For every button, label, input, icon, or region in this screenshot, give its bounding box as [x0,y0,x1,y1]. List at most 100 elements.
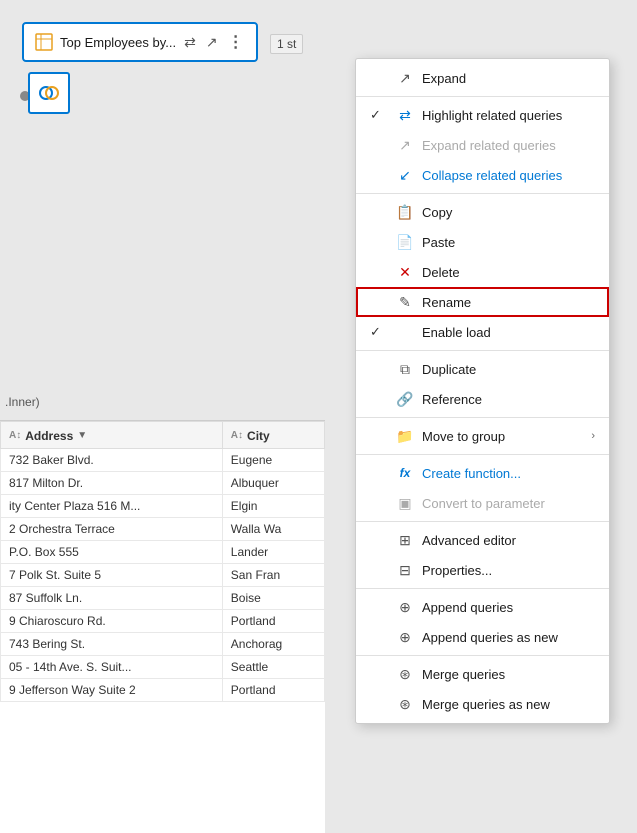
merge-queries-new-label: Merge queries as new [422,697,595,712]
enable-icon [396,323,414,341]
menu-item-highlight[interactable]: ✓⇄Highlight related queries [356,100,609,130]
convert-icon: ▣ [396,494,414,512]
duplicate-icon: ⧉ [396,360,414,378]
table-row: 817 Milton Dr.Albuquer [1,471,325,494]
share-button[interactable]: ⇄ [182,32,198,53]
address-cell: 9 Jefferson Way Suite 2 [1,678,223,701]
append-icon: ⊕ [396,598,414,616]
collapse-related-icon: ↙ [396,166,414,184]
menu-item-create-function[interactable]: fx Create function... [356,458,609,488]
menu-item-move-group[interactable]: 📁 Move to group › [356,421,609,451]
menu-item-merge-queries[interactable]: ⊛ Merge queries [356,659,609,689]
menu-item-expand[interactable]: ↗Expand [356,63,609,93]
menu-separator [356,521,609,522]
city-header[interactable]: A↕ City [222,422,324,449]
menu-separator [356,193,609,194]
table-row: 732 Baker Blvd.Eugene [1,448,325,471]
address-cell: ity Center Plaza 516 M... [1,494,223,517]
table-icon [35,33,53,51]
table-body: 732 Baker Blvd.Eugene817 Milton Dr.Albuq… [1,448,325,701]
table-label: .Inner) [5,395,40,409]
address-cell: 05 - 14th Ave. S. Suit... [1,655,223,678]
create-function-label: Create function... [422,466,595,481]
move-group-icon: 📁 [396,427,414,445]
address-cell: P.O. Box 555 [1,540,223,563]
enable-load-label: Enable load [422,325,595,340]
menu-item-advanced-editor[interactable]: ⊞Advanced editor [356,525,609,555]
expand-button[interactable]: ↗ [204,32,220,53]
menu-item-copy[interactable]: 📋 Copy [356,197,609,227]
menu-item-merge-queries-new[interactable]: ⊛ Merge queries as new [356,689,609,719]
address-cell: 743 Bering St. [1,632,223,655]
address-header[interactable]: A↕ Address ▼ [1,422,223,449]
collapse-related-label: Collapse related queries [422,168,595,183]
menu-separator [356,350,609,351]
table-row: 2 Orchestra TerraceWalla Wa [1,517,325,540]
address-cell: 87 Suffolk Ln. [1,586,223,609]
city-cell: Albuquer [222,471,324,494]
menu-item-rename[interactable]: ✎ Rename [356,287,609,317]
more-button[interactable]: ⋮ [226,30,246,54]
query-card: Top Employees by... ⇄ ↗ ⋮ [22,22,258,62]
advanced-editor-label: Advanced editor [422,533,595,548]
menu-separator [356,655,609,656]
properties-label: Properties... [422,563,595,578]
menu-item-append-queries-new[interactable]: ⊕ Append queries as new [356,622,609,652]
table-row: 9 Chiaroscuro Rd.Portland [1,609,325,632]
table-row: 87 Suffolk Ln.Boise [1,586,325,609]
reference-label: Reference [422,392,595,407]
delete-label: Delete [422,265,595,280]
context-menu: ↗Expand✓⇄Highlight related queries↗Expan… [355,58,610,724]
copy-icon: 📋 [396,203,414,221]
menu-separator [356,588,609,589]
menu-item-reference[interactable]: 🔗 Reference [356,384,609,414]
paste-label: Paste [422,235,595,250]
paste-icon: 📄 [396,233,414,251]
merge-queries-label: Merge queries [422,667,595,682]
menu-item-enable-load[interactable]: ✓ Enable load [356,317,609,347]
rename-label: Rename [422,295,595,310]
reference-icon: 🔗 [396,390,414,408]
menu-item-paste[interactable]: 📄 Paste [356,227,609,257]
menu-item-collapse-related[interactable]: ↙ Collapse related queries [356,160,609,190]
address-cell: 732 Baker Blvd. [1,448,223,471]
menu-separator [356,417,609,418]
highlight-icon: ⇄ [396,106,414,124]
data-table: A↕ Address ▼ A↕ City 732 Baker Blvd.Euge… [0,421,325,702]
merge-new-icon: ⊛ [396,695,414,713]
city-cell: Eugene [222,448,324,471]
menu-separator [356,454,609,455]
convert-param-label: Convert to parameter [422,496,595,511]
address-cell: 817 Milton Dr. [1,471,223,494]
expand-label: Expand [422,71,595,86]
menu-item-convert-param: ▣ Convert to parameter [356,488,609,518]
menu-item-properties[interactable]: ⊟Properties... [356,555,609,585]
city-cell: Lander [222,540,324,563]
menu-item-duplicate[interactable]: ⧉Duplicate [356,354,609,384]
menu-item-delete[interactable]: ✕Delete [356,257,609,287]
enable-load-check: ✓ [370,324,388,340]
address-cell: 2 Orchestra Terrace [1,517,223,540]
table-row: 9 Jefferson Way Suite 2Portland [1,678,325,701]
fx-icon: fx [396,464,414,482]
copy-label: Copy [422,205,595,220]
menu-item-append-queries[interactable]: ⊕ Append queries [356,592,609,622]
move-group-arrow: › [591,430,595,442]
highlight-label: Highlight related queries [422,108,595,123]
table-row: 05 - 14th Ave. S. Suit...Seattle [1,655,325,678]
city-cell: Walla Wa [222,517,324,540]
append-queries-label: Append queries [422,600,595,615]
query-card-icon [34,32,54,52]
rename-icon: ✎ [396,293,414,311]
move-group-label: Move to group [422,429,583,444]
widget-icon [38,82,60,104]
append-new-icon: ⊕ [396,628,414,646]
query-card-title: Top Employees by... [60,35,176,50]
append-queries-new-label: Append queries as new [422,630,595,645]
city-cell: Anchorag [222,632,324,655]
address-type-icon: A↕ [9,430,21,441]
icon-widget [28,72,70,114]
merge-icon: ⊛ [396,665,414,683]
city-cell: Portland [222,678,324,701]
city-cell: San Fran [222,563,324,586]
